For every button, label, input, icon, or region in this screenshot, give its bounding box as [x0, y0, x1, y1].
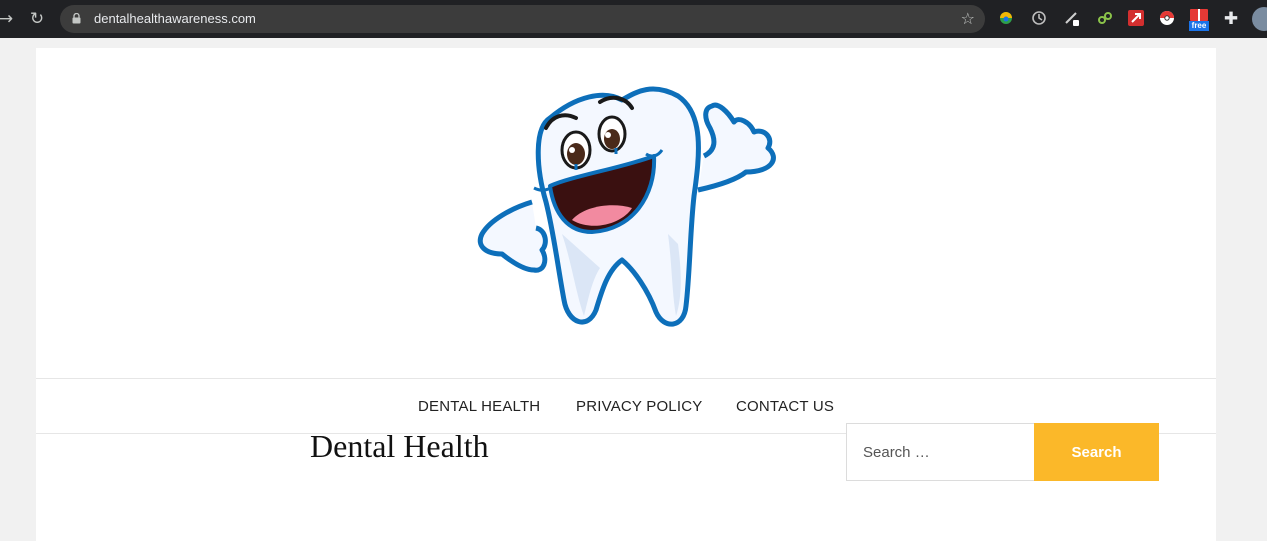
page-title: Dental Health	[310, 428, 489, 464]
lock-icon	[72, 13, 81, 24]
bookmark-star-icon[interactable]: ☆	[961, 9, 975, 28]
link-extension-icon[interactable]	[1096, 9, 1114, 27]
url-text: dentalhealthawareness.com	[94, 11, 256, 26]
forward-icon[interactable]: →	[0, 9, 16, 29]
profile-avatar[interactable]	[1252, 7, 1267, 31]
tooth-mascot-logo[interactable]	[472, 84, 782, 334]
puzzle-extensions-icon[interactable]: ✚	[1221, 9, 1241, 29]
history-icon[interactable]	[1030, 9, 1048, 27]
search-button[interactable]: Search	[1034, 423, 1159, 481]
pokeball-extension-icon[interactable]	[1158, 9, 1176, 27]
nav-item-privacy-policy[interactable]: PRIVACY POLICY	[576, 398, 702, 415]
arrow-extension-icon[interactable]	[1127, 9, 1145, 27]
pen-extension-icon[interactable]	[1063, 9, 1081, 27]
nav-item-dental-health[interactable]: DENTAL HEALTH	[418, 398, 540, 415]
extension-colorful-icon[interactable]	[997, 9, 1015, 27]
gift-icon	[1190, 9, 1208, 21]
site-header	[36, 48, 1216, 378]
reload-icon[interactable]: ↻	[27, 9, 47, 29]
address-bar[interactable]: dentalhealthawareness.com ☆	[60, 5, 985, 33]
browser-toolbar: → ↻ dentalhealthawareness.com ☆ free ✚	[0, 0, 1267, 38]
free-extension-icon[interactable]: free	[1189, 8, 1209, 32]
free-badge: free	[1189, 21, 1209, 31]
nav-item-contact-us[interactable]: CONTACT US	[736, 398, 834, 415]
search-input[interactable]	[846, 423, 1034, 481]
